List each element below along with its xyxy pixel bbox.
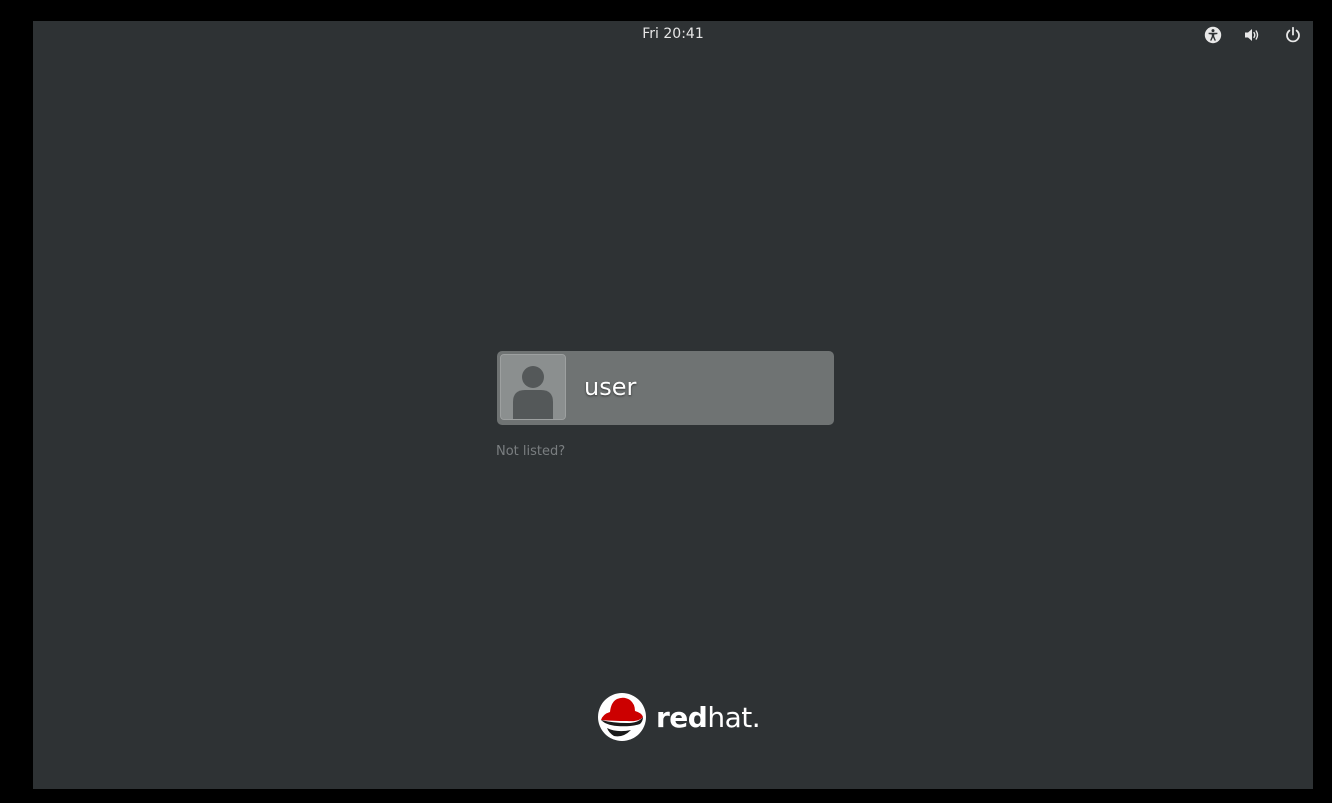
power-icon[interactable] bbox=[1282, 24, 1304, 46]
logo-trademark: . bbox=[751, 701, 761, 734]
clock[interactable]: Fri 20:41 bbox=[623, 25, 723, 43]
redhat-logo: redhat. bbox=[597, 692, 761, 742]
not-listed-link[interactable]: Not listed? bbox=[496, 443, 565, 461]
user-name: user bbox=[584, 373, 637, 401]
volume-icon[interactable] bbox=[1241, 24, 1263, 46]
logo-text-hat: hat bbox=[707, 701, 752, 734]
login-screen: Fri 20:41 user Not listed? redhat. bbox=[33, 21, 1313, 789]
avatar bbox=[500, 354, 566, 420]
logo-wordmark: redhat. bbox=[656, 701, 761, 735]
shadowman-icon bbox=[598, 693, 646, 741]
top-bar: Fri 20:41 bbox=[33, 21, 1313, 48]
logo-text-red: red bbox=[656, 701, 708, 734]
accessibility-icon[interactable] bbox=[1202, 24, 1224, 46]
default-user-avatar-icon bbox=[501, 355, 565, 419]
user-list-item[interactable]: user bbox=[497, 351, 834, 425]
